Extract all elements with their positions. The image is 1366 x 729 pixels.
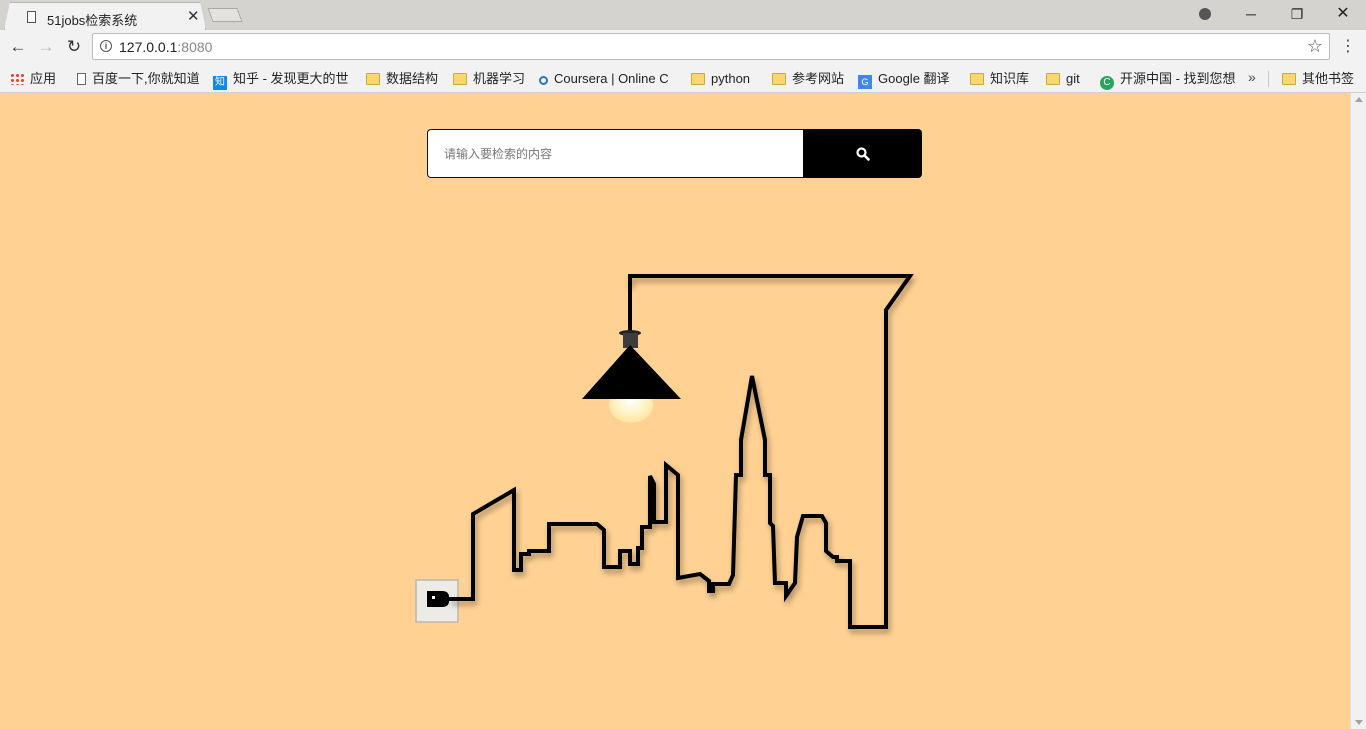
address-bar[interactable]: i 127.0.0.1:8080 ☆ bbox=[92, 33, 1330, 60]
folder-icon bbox=[1046, 73, 1060, 85]
browser-tab-active[interactable]: 51jobs检索系统 ✕ bbox=[4, 2, 206, 30]
zhihu-icon: 知 bbox=[213, 76, 227, 90]
bookmark-label: 数据结构 bbox=[386, 71, 439, 86]
bookmark-label: 开源中国 - 找到您想 bbox=[1120, 71, 1236, 86]
bookmark-label: 知乎 - 发现更大的世 bbox=[233, 71, 349, 86]
bookmark-other[interactable]: 其他书签 bbox=[1282, 70, 1354, 88]
bookmark-oschina[interactable]: C 开源中国 - 找到您想 bbox=[1100, 70, 1236, 90]
browser-toolbar: ← → ↻ i 127.0.0.1:8080 ☆ ⋮ bbox=[0, 30, 1366, 64]
folder-icon bbox=[453, 73, 467, 85]
bookmark-label: Coursera | Online C bbox=[554, 71, 669, 86]
bookmark-git[interactable]: git bbox=[1046, 70, 1080, 88]
page-icon bbox=[77, 73, 86, 85]
reload-button[interactable]: ↻ bbox=[62, 35, 86, 59]
bookmark-label: 应用 bbox=[30, 71, 57, 86]
forward-button[interactable]: → bbox=[34, 35, 58, 59]
more-bookmarks-chevron-icon[interactable]: » bbox=[1248, 69, 1256, 85]
tab-close-icon[interactable]: ✕ bbox=[187, 8, 200, 26]
close-window-button[interactable]: ✕ bbox=[1320, 0, 1366, 28]
folder-icon bbox=[1282, 73, 1296, 85]
bookmark-label: 参考网站 bbox=[792, 71, 845, 86]
url-host: 127.0.0.1 bbox=[119, 39, 178, 55]
folder-icon bbox=[970, 73, 984, 85]
bookmarks-bar: 应用 百度一下,你就知道 知知乎 - 发现更大的世 数据结构 机器学习 Cour… bbox=[0, 64, 1366, 93]
bookmark-google-translate[interactable]: G Google 翻译 bbox=[858, 70, 950, 89]
bookmark-zhihu[interactable]: 知知乎 - 发现更大的世 bbox=[213, 70, 349, 90]
bookmark-knowledge-base[interactable]: 知识库 bbox=[970, 70, 1029, 88]
city-lamp-illustration bbox=[415, 274, 914, 629]
tab-title: 51jobs检索系统 bbox=[47, 13, 138, 28]
folder-icon bbox=[691, 73, 705, 85]
bookmark-label: Google 翻译 bbox=[878, 71, 950, 86]
bookmark-apps[interactable]: 应用 bbox=[10, 70, 56, 88]
lamp-icon bbox=[582, 285, 681, 423]
restore-button[interactable]: ❐ bbox=[1274, 0, 1320, 28]
bookmark-python[interactable]: python bbox=[691, 70, 750, 88]
browser-menu-icon[interactable]: ⋮ bbox=[1340, 35, 1356, 59]
page-content bbox=[0, 93, 1350, 729]
bookmark-data-structures[interactable]: 数据结构 bbox=[366, 70, 438, 88]
bookmarks-divider bbox=[1268, 71, 1269, 87]
google-translate-icon: G bbox=[858, 75, 872, 89]
page-scrollbar[interactable] bbox=[1350, 93, 1366, 729]
bookmark-label: 其他书签 bbox=[1302, 71, 1355, 86]
bookmark-label: git bbox=[1066, 71, 1080, 86]
account-button[interactable] bbox=[1182, 0, 1228, 28]
skyline-cable bbox=[449, 274, 914, 629]
new-tab-button[interactable] bbox=[207, 8, 243, 22]
scroll-up-arrow-icon[interactable] bbox=[1355, 97, 1363, 102]
bookmark-star-icon[interactable]: ☆ bbox=[1307, 36, 1323, 57]
account-icon bbox=[1199, 8, 1211, 20]
site-info-icon[interactable]: i bbox=[100, 40, 112, 52]
coursera-icon bbox=[539, 76, 548, 85]
apps-icon bbox=[10, 73, 24, 85]
url-text[interactable]: 127.0.0.1:8080 bbox=[119, 39, 212, 55]
url-port: :8080 bbox=[177, 39, 213, 55]
power-plug-icon bbox=[427, 591, 449, 607]
bookmark-label: 机器学习 bbox=[473, 71, 526, 86]
title-bar: 51jobs检索系统 ✕ ─ ❐ ✕ bbox=[0, 0, 1366, 30]
bookmark-baidu[interactable]: 百度一下,你就知道 bbox=[77, 70, 200, 88]
folder-icon bbox=[366, 73, 380, 85]
folder-icon bbox=[772, 73, 786, 85]
bookmark-machine-learning[interactable]: 机器学习 bbox=[453, 70, 525, 88]
minimize-button[interactable]: ─ bbox=[1228, 0, 1274, 28]
document-icon bbox=[27, 11, 36, 23]
back-button[interactable]: ← bbox=[6, 35, 30, 59]
oschina-icon: C bbox=[1100, 76, 1114, 90]
bookmark-reference-sites[interactable]: 参考网站 bbox=[772, 70, 844, 88]
bookmark-coursera[interactable]: Coursera | Online C bbox=[539, 70, 669, 88]
bookmark-label: python bbox=[711, 71, 751, 86]
bookmark-label: 知识库 bbox=[990, 71, 1030, 86]
bookmark-label: 百度一下,你就知道 bbox=[92, 71, 200, 86]
scroll-down-arrow-icon[interactable] bbox=[1355, 720, 1363, 725]
